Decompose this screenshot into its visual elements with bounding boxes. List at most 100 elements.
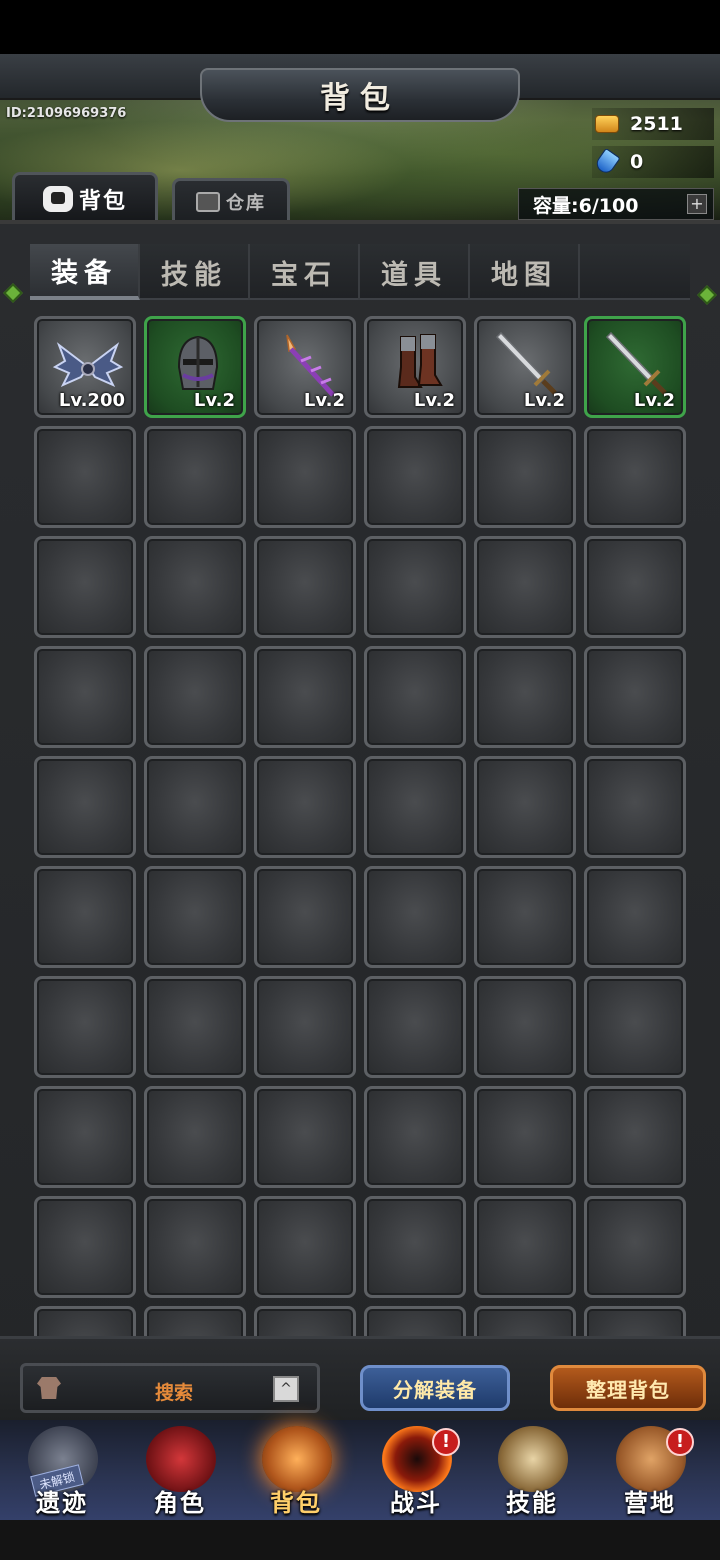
inventory-slot-empty[interactable] — [474, 976, 576, 1078]
nav-camp[interactable]: ! 营地 — [594, 1420, 706, 1520]
inventory-slot-empty[interactable] — [144, 1086, 246, 1188]
search-filter[interactable]: 搜索 ^ — [20, 1363, 320, 1413]
inventory-slot-empty[interactable] — [584, 536, 686, 638]
gold-icon — [592, 111, 622, 137]
bag-icon — [42, 185, 73, 212]
player-id: ID:21096969376 — [6, 106, 127, 121]
inventory-slot-empty[interactable] — [254, 1086, 356, 1188]
tab-equipment[interactable]: 装备 — [30, 244, 140, 300]
nav-label: 营地 — [624, 1489, 676, 1517]
inventory-slot-empty[interactable] — [144, 536, 246, 638]
gem-value: 0 — [630, 151, 644, 173]
inventory-slot-empty[interactable] — [364, 756, 466, 858]
gold-counter: 2511 — [592, 108, 714, 140]
nav-ruins[interactable]: 未解锁 遗迹 — [6, 1420, 118, 1520]
inventory-slot-empty[interactable] — [144, 646, 246, 748]
capacity-display: 容量:6/100 + — [518, 188, 714, 220]
inventory-slot-empty[interactable] — [474, 756, 576, 858]
tab-maps[interactable]: 地图 — [470, 244, 580, 300]
inventory-slot-empty[interactable] — [584, 1086, 686, 1188]
inventory-slot-empty[interactable] — [254, 866, 356, 968]
corner-gem-icon — [3, 283, 23, 303]
inventory-slot-empty[interactable] — [584, 756, 686, 858]
inventory-slot-empty[interactable] — [254, 976, 356, 1078]
inventory-slot-empty[interactable] — [474, 646, 576, 748]
inventory-grid-scroll[interactable]: Lv.200 Lv.2 Lv.2 Lv.2 Lv.2 Lv.2 — [30, 314, 694, 1336]
chevron-up-icon[interactable]: ^ — [273, 1376, 299, 1402]
action-bar: 搜索 ^ 分解装备 整理背包 — [0, 1336, 720, 1420]
inventory-slot-empty[interactable] — [144, 426, 246, 528]
inventory-slot-staff[interactable]: Lv.2 — [254, 316, 356, 418]
inventory-slot-empty[interactable] — [474, 536, 576, 638]
inventory-slot-empty[interactable] — [364, 1086, 466, 1188]
tab-skills[interactable]: 技能 — [140, 244, 250, 300]
inventory-slot-empty[interactable] — [584, 976, 686, 1078]
tab-warehouse-label: 仓库 — [226, 192, 266, 214]
inventory-slot-empty[interactable] — [364, 1306, 466, 1336]
inventory-slot-sword-rare[interactable]: Lv.2 — [584, 316, 686, 418]
inventory-slot-helmet[interactable]: Lv.2 — [144, 316, 246, 418]
inventory-slot-empty[interactable] — [584, 646, 686, 748]
inventory-slot-empty[interactable] — [364, 976, 466, 1078]
inventory-slot-empty[interactable] — [364, 536, 466, 638]
inventory-slot-empty[interactable] — [254, 426, 356, 528]
nav-label: 技能 — [506, 1489, 558, 1517]
inventory-slot-empty[interactable] — [34, 1196, 136, 1298]
tab-items[interactable]: 道具 — [360, 244, 470, 300]
tab-gems[interactable]: 宝石 — [250, 244, 360, 300]
nav-bag[interactable]: 背包 — [240, 1420, 352, 1520]
inventory-slot-empty[interactable] — [34, 866, 136, 968]
tab-warehouse[interactable]: 仓库 — [172, 178, 290, 220]
nav-battle[interactable]: ! 战斗 — [360, 1420, 472, 1520]
status-bar — [0, 0, 720, 54]
inventory-slot-sword[interactable]: Lv.2 — [474, 316, 576, 418]
inventory-slot-boots[interactable]: Lv.2 — [364, 316, 466, 418]
inventory-slot-empty[interactable] — [34, 1086, 136, 1188]
nav-label: 角色 — [154, 1489, 206, 1517]
inventory-slot-empty[interactable] — [34, 1306, 136, 1336]
search-label: 搜索 — [155, 1382, 194, 1404]
nav-skills[interactable]: 技能 — [476, 1420, 588, 1520]
inventory-slot-empty[interactable] — [474, 426, 576, 528]
inventory-slot-empty[interactable] — [254, 1306, 356, 1336]
inventory-slot-empty[interactable] — [144, 976, 246, 1078]
inventory-slot-empty[interactable] — [34, 976, 136, 1078]
decompose-equipment-button[interactable]: 分解装备 — [360, 1365, 510, 1411]
item-level: Lv.200 — [58, 390, 125, 411]
gem-icon — [592, 147, 622, 177]
inventory-slot-empty[interactable] — [364, 646, 466, 748]
inventory-slot-empty[interactable] — [254, 646, 356, 748]
inventory-slot-empty[interactable] — [584, 866, 686, 968]
inventory-slot-wings[interactable]: Lv.200 — [34, 316, 136, 418]
inventory-slot-empty[interactable] — [34, 426, 136, 528]
inventory-slot-empty[interactable] — [254, 1196, 356, 1298]
inventory-slot-empty[interactable] — [474, 1196, 576, 1298]
bottom-nav: 未解锁 遗迹 角色 背包 ! 战斗 技能 ! 营地 — [0, 1420, 720, 1520]
tab-bag-label: 背包 — [78, 188, 127, 214]
expand-capacity-button[interactable]: + — [687, 194, 707, 214]
inventory-slot-empty[interactable] — [364, 426, 466, 528]
inventory-slot-empty[interactable] — [584, 1306, 686, 1336]
nav-label: 战斗 — [390, 1489, 442, 1517]
inventory-slot-empty[interactable] — [364, 1196, 466, 1298]
inventory-slot-empty[interactable] — [474, 866, 576, 968]
inventory-slot-empty[interactable] — [144, 866, 246, 968]
inventory-slot-empty[interactable] — [34, 756, 136, 858]
inventory-slot-empty[interactable] — [474, 1086, 576, 1188]
organize-bag-button[interactable]: 整理背包 — [550, 1365, 706, 1411]
inventory-slot-empty[interactable] — [584, 1196, 686, 1298]
nav-character[interactable]: 角色 — [124, 1420, 236, 1520]
inventory-slot-empty[interactable] — [584, 426, 686, 528]
item-level: Lv.2 — [413, 390, 455, 411]
inventory-slot-empty[interactable] — [254, 756, 356, 858]
inventory-slot-empty[interactable] — [254, 536, 356, 638]
inventory-slot-empty[interactable] — [144, 1196, 246, 1298]
inventory-slot-empty[interactable] — [474, 1306, 576, 1336]
tab-bag[interactable]: 背包 — [12, 172, 158, 220]
chest-icon — [196, 191, 220, 212]
inventory-slot-empty[interactable] — [364, 866, 466, 968]
inventory-slot-empty[interactable] — [34, 646, 136, 748]
inventory-slot-empty[interactable] — [144, 1306, 246, 1336]
inventory-slot-empty[interactable] — [34, 536, 136, 638]
inventory-slot-empty[interactable] — [144, 756, 246, 858]
